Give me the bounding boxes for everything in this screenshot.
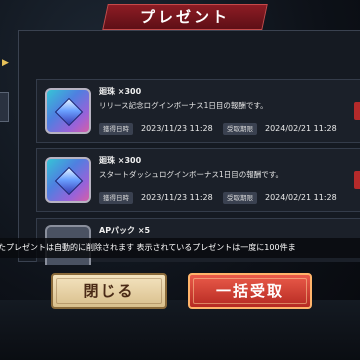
present-icon [45, 88, 91, 134]
acquired-label: 獲得日時 [99, 123, 133, 135]
close-button-label: 閉じる [83, 282, 135, 300]
gem-icon [54, 97, 84, 127]
claim-all-button-label: 一括受取 [215, 282, 284, 300]
notice-bar: たプレゼントは自動的に削除されます 表示されているプレゼントは一度に100件ま [0, 238, 360, 258]
present-description: リリース記念ログインボーナス1日目の報酬です。 [99, 101, 268, 110]
expiry-date: 2024/02/21 11:28 [265, 193, 337, 202]
side-tab[interactable] [0, 92, 9, 122]
present-name: 廻珠 ×300 [99, 156, 142, 165]
acquired-label: 獲得日時 [99, 192, 133, 204]
receive-button-edge[interactable] [354, 102, 360, 120]
acquired-date: 2023/11/23 11:28 [141, 124, 213, 133]
present-description: スタートダッシュログインボーナス1日目の報酬です。 [99, 170, 284, 179]
present-icon [45, 157, 91, 203]
present-item[interactable]: 廻珠 ×300 スタートダッシュログインボーナス1日目の報酬です。 獲得日時 2… [36, 148, 360, 212]
receive-button-edge[interactable] [354, 171, 360, 189]
background-strip [0, 300, 360, 360]
expiry-label: 受取期限 [223, 192, 257, 204]
gem-icon [54, 166, 84, 196]
claim-all-button[interactable]: 一括受取 [188, 273, 312, 309]
present-name: APパック ×5 [99, 226, 151, 235]
acquired-date: 2023/11/23 11:28 [141, 193, 213, 202]
expiry-date: 2024/02/21 11:28 [265, 124, 337, 133]
expiry-label: 受取期限 [223, 123, 257, 135]
present-item[interactable]: 廻珠 ×300 リリース記念ログインボーナス1日目の報酬です。 獲得日時 202… [36, 79, 360, 143]
page-title: プレゼント [139, 8, 230, 26]
present-name: 廻珠 ×300 [99, 87, 142, 96]
close-button[interactable]: 閉じる [51, 273, 167, 309]
notice-text: たプレゼントは自動的に削除されます 表示されているプレゼントは一度に100件ま [0, 243, 296, 252]
left-arrow-icon[interactable]: ▶ [2, 58, 9, 68]
